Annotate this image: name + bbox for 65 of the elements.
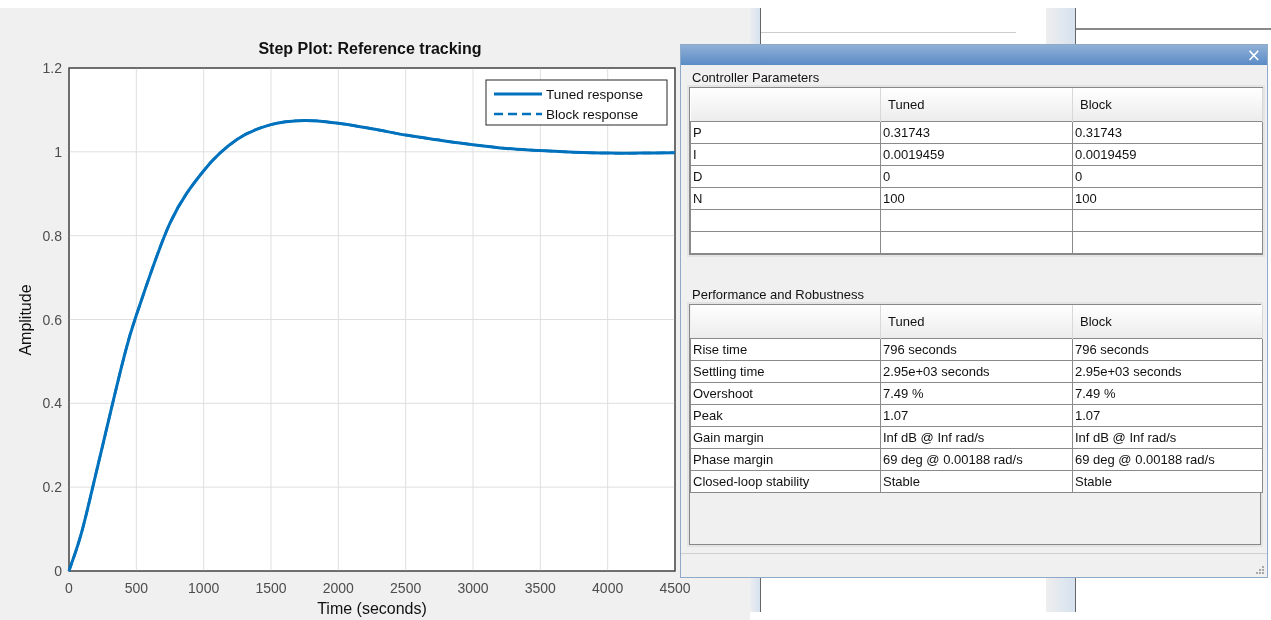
table-cell: N: [690, 187, 881, 210]
table-cell: Stable: [880, 470, 1073, 493]
x-tick-label: 3000: [457, 580, 489, 596]
table-cell: Gain margin: [690, 426, 881, 449]
table-cell: 1.07: [1072, 404, 1263, 427]
table-cell: 100: [1072, 187, 1263, 210]
table-cell: Rise time: [690, 338, 881, 361]
x-tick-label: 500: [124, 580, 148, 596]
x-tick-label: 4500: [659, 580, 691, 596]
x-tick-label: 1000: [188, 580, 220, 596]
column-header: Block: [1072, 305, 1263, 339]
y-tick-label: 0.4: [42, 395, 62, 412]
table-cell: Inf dB @ Inf rad/s: [1072, 426, 1263, 449]
x-tick-label: 2500: [390, 580, 422, 596]
x-tick-label: 2000: [322, 580, 354, 596]
table-cell: 0.31743: [1072, 121, 1263, 144]
table-cell: 100: [880, 187, 1073, 210]
table-cell: 2.95e+03 seconds: [880, 360, 1073, 383]
x-tick-label: 0: [65, 580, 73, 596]
table-cell: I: [690, 143, 881, 166]
close-button[interactable]: ×: [1244, 46, 1263, 64]
table-cell: Closed-loop stability: [690, 470, 881, 493]
table-cell: 0.0019459: [1072, 143, 1263, 166]
legend-label: Block response: [546, 107, 639, 122]
table-cell: Inf dB @ Inf rad/s: [880, 426, 1073, 449]
table-cell: Overshoot: [690, 382, 881, 405]
table-cell: 7.49 %: [880, 382, 1073, 405]
chart-title: Step Plot: Reference tracking: [258, 40, 482, 57]
legend-label: Tuned response: [546, 87, 644, 102]
table-cell: D: [690, 165, 881, 188]
x-axis-label: Time (seconds): [317, 600, 427, 617]
group-title: Performance and Robustness: [691, 286, 864, 304]
column-header: Tuned: [880, 88, 1073, 122]
table-cell: Settling time: [690, 360, 881, 383]
x-tick-label: 3500: [524, 580, 556, 596]
table-cell: 0.0019459: [880, 143, 1073, 166]
y-axis-label: Amplitude: [17, 284, 34, 356]
group-title: Controller Parameters: [691, 69, 820, 87]
column-header: Block: [1072, 88, 1263, 122]
table-cell: 0.31743: [880, 121, 1073, 144]
x-tick-label: 4000: [592, 580, 624, 596]
table-cell: 7.49 %: [1072, 382, 1263, 405]
y-tick-label: 1: [54, 143, 62, 160]
table-cell: 0: [880, 165, 1073, 188]
table-cell: Phase margin: [690, 448, 881, 471]
table-cell: 796 seconds: [880, 338, 1073, 361]
legend-line-sample: [494, 92, 542, 96]
x-tick-label: 1500: [255, 580, 287, 596]
legend-line-sample: [494, 112, 542, 116]
column-header: Tuned: [880, 305, 1073, 339]
table-cell: 69 deg @ 0.00188 rad/s: [1072, 448, 1263, 471]
y-tick-label: 0.8: [42, 227, 62, 244]
table-cell: Peak: [690, 404, 881, 427]
table-cell: 69 deg @ 0.00188 rad/s: [880, 448, 1073, 471]
y-tick-label: 0: [54, 563, 62, 579]
table-cell: 1.07: [880, 404, 1073, 427]
table-cell: 2.95e+03 seconds: [1072, 360, 1263, 383]
y-tick-label: 0.2: [42, 479, 62, 496]
resize-grip-icon: [1254, 564, 1264, 574]
table-cell: Stable: [1072, 470, 1263, 493]
y-tick-label: 1.2: [42, 60, 62, 76]
table-cell: P: [690, 121, 881, 144]
table-cell: 796 seconds: [1072, 338, 1263, 361]
table-cell: 0: [1072, 165, 1263, 188]
y-tick-label: 0.6: [42, 311, 62, 328]
